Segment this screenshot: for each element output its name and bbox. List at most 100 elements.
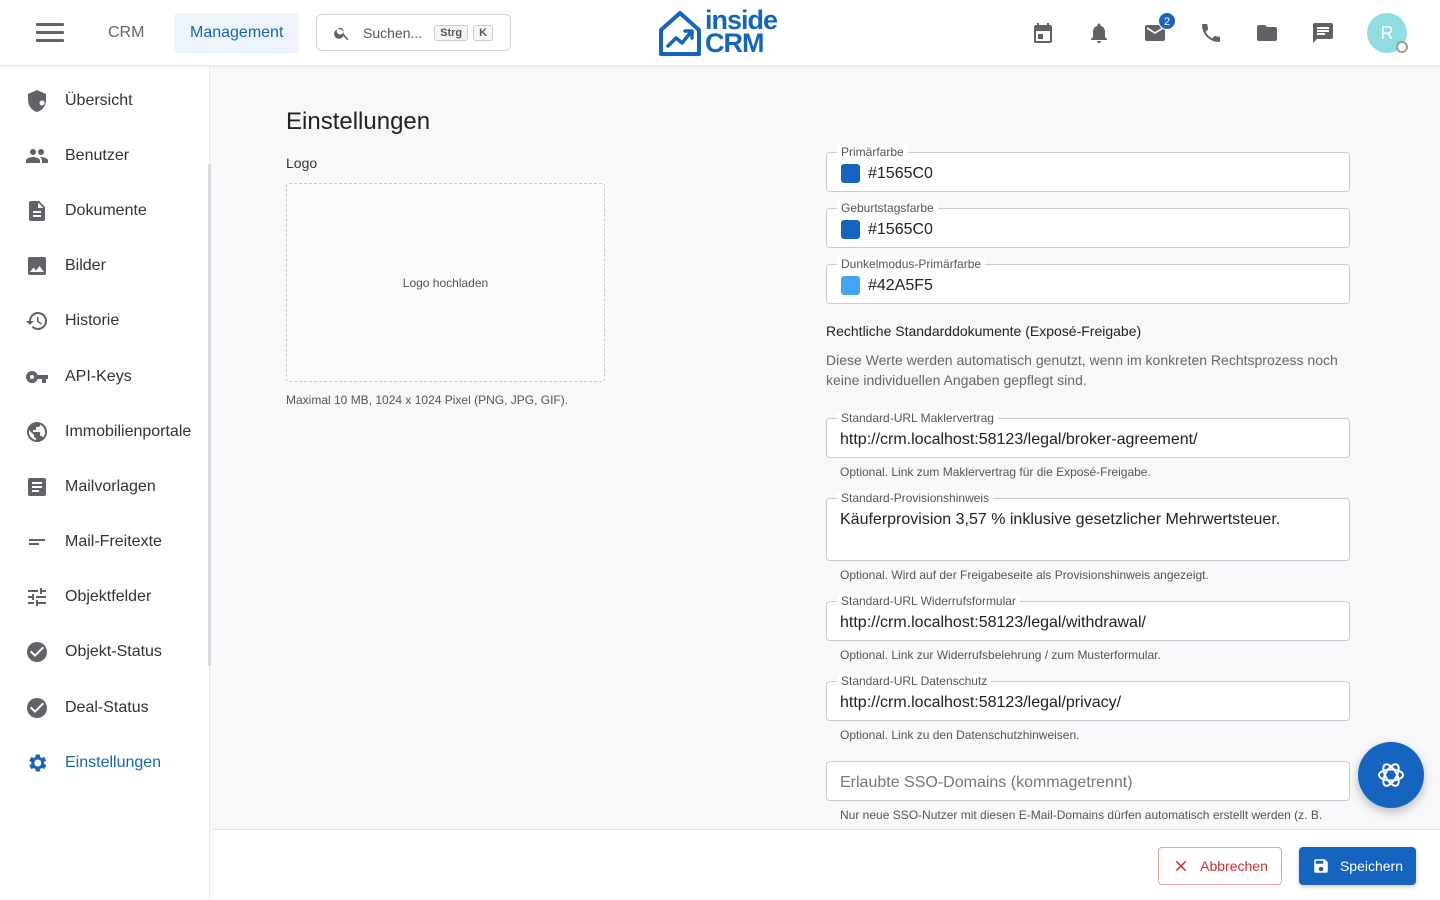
sidebar-item-label: Bilder xyxy=(65,257,106,274)
field-value: #42A5F5 xyxy=(868,277,933,294)
image-icon xyxy=(28,257,46,275)
birthday-color-field[interactable]: Geburtstagsfarbe #1565C0 xyxy=(826,201,1350,248)
sidebar-item-einstellungen[interactable]: Einstellungen xyxy=(0,741,208,785)
menu-icon[interactable] xyxy=(36,23,64,43)
top-app-bar: CRM Management Suchen... Strg K inside C… xyxy=(0,0,1440,66)
field-value: http://crm.localhost:58123/legal/broker-… xyxy=(840,431,1198,448)
check-circle-icon xyxy=(27,642,47,662)
mail-badge: 2 xyxy=(1158,12,1176,30)
close-icon xyxy=(1175,860,1187,872)
short-text-icon xyxy=(29,539,45,545)
bell-icon[interactable] xyxy=(1087,21,1111,45)
gear-icon xyxy=(29,754,47,772)
upload-hint: Maximal 10 MB, 1024 x 1024 Pixel (PNG, J… xyxy=(286,393,569,407)
sidebar-scrollbar[interactable] xyxy=(208,164,211,666)
folder-icon[interactable] xyxy=(1255,21,1279,45)
field-helper-text: Optional. Link zu den Datenschutzhinweis… xyxy=(840,728,1080,742)
cancel-button[interactable]: Abbrechen xyxy=(1158,847,1282,885)
sidebar-item-mailvorlagen[interactable]: Mailvorlagen xyxy=(0,465,208,509)
brand-logo[interactable]: inside CRM xyxy=(658,5,783,58)
field-helper-text: Optional. Wird auf der Freigabeseite als… xyxy=(840,568,1209,582)
sidebar-item-objekt-status[interactable]: Objekt-Status xyxy=(0,630,208,674)
sso-domains-field[interactable]: Erlaubte SSO-Domains (kommagetrennt) xyxy=(826,761,1350,801)
sidebar-item-benutzer[interactable]: Benutzer xyxy=(0,134,208,178)
search-icon xyxy=(334,27,349,40)
legal-section-title: Rechtliche Standarddokumente (Exposé-Fre… xyxy=(826,323,1142,339)
field-label: Standard-URL Widerrufsformular xyxy=(837,594,1020,608)
tab-management[interactable]: Management xyxy=(174,13,300,53)
field-label: Standard-URL Maklervertrag xyxy=(837,411,998,425)
logo-label: Logo xyxy=(286,155,318,171)
sidebar-item-mail-freitexte[interactable]: Mail-Freitexte xyxy=(0,520,208,564)
sidebar-item-bilder[interactable]: Bilder xyxy=(0,244,208,288)
field-helper-text: Nur neue SSO-Nutzer mit diesen E-Mail-Do… xyxy=(840,808,1323,822)
sidebar-item-immobilienportale[interactable]: Immobilienportale xyxy=(0,410,208,454)
sidebar-item-label: Dokumente xyxy=(65,202,147,219)
field-value: Käuferprovision 3,57 % inklusive gesetzl… xyxy=(840,511,1281,528)
ai-assistant-button[interactable] xyxy=(1358,742,1424,808)
chat-icon[interactable] xyxy=(1311,21,1335,45)
check-circle-icon xyxy=(27,698,47,718)
sidebar-item-objektfelder[interactable]: Objektfelder xyxy=(0,575,208,619)
sidebar-item-label: Objektfelder xyxy=(65,588,152,605)
tab-crm[interactable]: CRM xyxy=(92,13,160,53)
broker-agreement-url-field[interactable]: Standard-URL Maklervertrag http://crm.lo… xyxy=(826,411,1350,458)
color-swatch[interactable] xyxy=(841,220,860,239)
sidebar-item-dokumente[interactable]: Dokumente xyxy=(0,189,208,233)
field-value: #1565C0 xyxy=(868,165,933,182)
shortcut-key-k: K xyxy=(473,24,494,41)
sidebar: Übersicht Benutzer Dokumente Bilder Hist… xyxy=(0,66,210,900)
field-helper-text: Optional. Link zur Widerrufsbelehrung / … xyxy=(840,648,1161,662)
color-swatch[interactable] xyxy=(841,164,860,183)
logo-upload-area[interactable]: Logo hochladen xyxy=(286,183,605,382)
calendar-icon[interactable] xyxy=(1031,21,1055,45)
cancel-label: Abbrechen xyxy=(1200,858,1268,874)
sidebar-item-label: API-Keys xyxy=(65,368,132,385)
sidebar-item-label: Deal-Status xyxy=(65,699,149,716)
sidebar-item-label: Immobilienportale xyxy=(65,423,192,440)
shield-icon xyxy=(28,90,46,112)
field-label: Primärfarbe xyxy=(837,145,908,159)
field-value: #1565C0 xyxy=(868,221,933,238)
article-icon xyxy=(28,478,46,496)
sidebar-item-label: Objekt-Status xyxy=(65,643,162,660)
sidebar-item-label: Übersicht xyxy=(65,92,133,109)
page-title: Einstellungen xyxy=(286,108,431,135)
sidebar-item-label: Mail-Freitexte xyxy=(65,533,162,550)
primary-color-field[interactable]: Primärfarbe #1565C0 xyxy=(826,145,1350,192)
search-placeholder: Suchen... xyxy=(363,24,423,41)
save-icon xyxy=(1314,859,1328,873)
field-helper-text: Optional. Link zum Maklervertrag für die… xyxy=(840,465,1151,479)
history-icon xyxy=(26,311,48,330)
sidebar-item-historie[interactable]: Historie xyxy=(0,299,208,343)
field-placeholder: Erlaubte SSO-Domains (kommagetrennt) xyxy=(840,774,1133,791)
sidebar-item-label: Benutzer xyxy=(65,147,130,164)
field-value: http://crm.localhost:58123/legal/privacy… xyxy=(840,694,1122,711)
sidebar-item-deal-status[interactable]: Deal-Status xyxy=(0,686,208,730)
field-label: Geburtstagsfarbe xyxy=(837,201,938,215)
search-box[interactable]: Suchen... Strg K xyxy=(316,14,511,51)
sidebar-item-api-keys[interactable]: API-Keys xyxy=(0,355,208,399)
field-value: http://crm.localhost:58123/legal/withdra… xyxy=(840,614,1146,631)
shortcut-key-ctrl: Strg xyxy=(434,24,469,41)
commission-note-field[interactable]: Standard-Provisionshinweis Käuferprovisi… xyxy=(826,491,1350,561)
sidebar-item-label: Historie xyxy=(65,312,120,329)
save-button[interactable]: Speichern xyxy=(1299,847,1416,885)
sidebar-item-label: Einstellungen xyxy=(65,754,162,771)
withdrawal-url-field[interactable]: Standard-URL Widerrufsformular http://cr… xyxy=(826,594,1350,641)
people-icon xyxy=(26,149,48,163)
darkmode-primary-color-field[interactable]: Dunkelmodus-Primärfarbe #42A5F5 xyxy=(826,257,1350,304)
sidebar-item-uebersicht[interactable]: Übersicht xyxy=(0,79,208,123)
tune-icon xyxy=(28,588,46,606)
action-footer: Abbrechen Speichern xyxy=(210,829,1440,900)
field-label: Standard-Provisionshinweis xyxy=(837,491,994,505)
ai-assistant-icon xyxy=(1378,763,1404,787)
globe-icon xyxy=(27,422,47,442)
key-icon xyxy=(26,371,48,383)
presence-status-indicator xyxy=(1396,41,1408,53)
color-swatch[interactable] xyxy=(841,276,860,295)
privacy-url-field[interactable]: Standard-URL Datenschutz http://crm.loca… xyxy=(826,674,1350,721)
phone-icon[interactable] xyxy=(1199,21,1223,45)
document-icon xyxy=(29,201,45,221)
logo-text-crm: CRM xyxy=(705,28,764,58)
